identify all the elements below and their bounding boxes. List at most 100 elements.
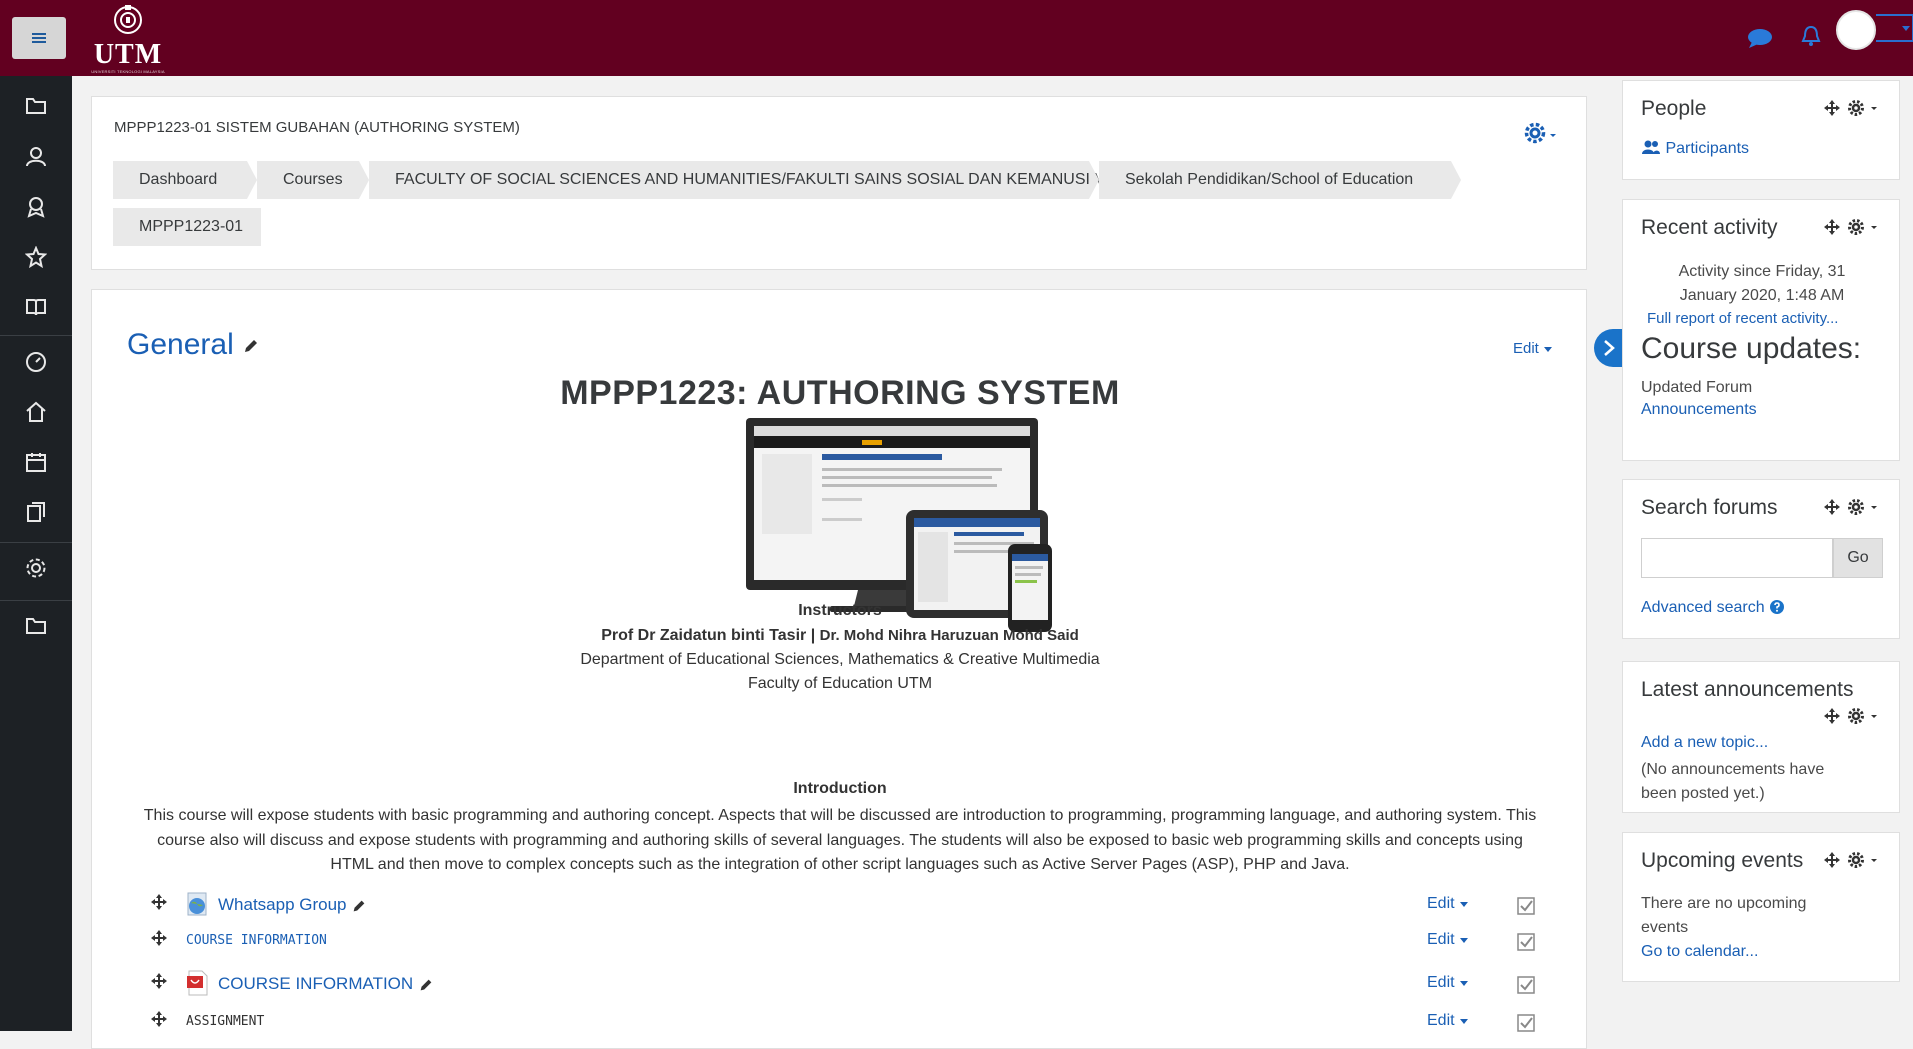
menu-toggle-button[interactable] xyxy=(12,17,66,59)
add-topic-link[interactable]: Add a new topic... xyxy=(1641,734,1768,752)
forum-search-input[interactable] xyxy=(1641,538,1833,578)
move-icon[interactable] xyxy=(150,929,168,947)
faculty-text: Faculty of Education UTM xyxy=(747,675,933,692)
home-icon xyxy=(26,401,46,422)
section-general: General Edit MPPP1223: AUTHORING SYSTEM xyxy=(91,289,1587,1049)
drawer-item-grades[interactable] xyxy=(0,287,72,327)
move-icon[interactable] xyxy=(150,1010,168,1028)
breadcrumb-item[interactable]: FACULTY OF SOCIAL SCIENCES AND HUMANITIE… xyxy=(369,161,1123,199)
drawer-item-site-admin[interactable] xyxy=(0,548,72,588)
instructor-line: Prof Dr Zaidatun binti Tasir | Dr. Mohd … xyxy=(92,627,1586,645)
drawer-item-calendar[interactable] xyxy=(0,442,72,482)
logo-text: UTM xyxy=(93,39,163,70)
drawer-item-competencies[interactable] xyxy=(0,237,72,277)
department-text: Department of Educational Sciences, Math… xyxy=(580,651,1100,668)
participants-icon xyxy=(1642,140,1660,154)
section-title[interactable]: General xyxy=(127,328,260,362)
block-controls[interactable] xyxy=(1823,218,1889,236)
block-controls[interactable] xyxy=(1823,707,1889,725)
course-settings-menu[interactable] xyxy=(1524,121,1558,150)
block-drawer-toggle[interactable] xyxy=(1594,329,1624,367)
activity-edit-menu[interactable]: Edit xyxy=(1427,1012,1469,1030)
user-avatar[interactable] xyxy=(1836,10,1876,50)
messages-icon[interactable] xyxy=(1746,27,1774,49)
activity-link[interactable]: COURSE INFORMATION xyxy=(218,974,434,994)
full-report-link[interactable]: Full report of recent activity... xyxy=(1647,310,1838,327)
drawer-item-course[interactable] xyxy=(0,86,72,126)
block-controls[interactable] xyxy=(1823,99,1889,117)
announcements-link[interactable]: Announcements xyxy=(1641,401,1757,419)
drawer-item-my-courses[interactable] xyxy=(0,606,72,646)
label-text: ASSIGNMENT xyxy=(186,1014,265,1029)
block-title: Recent activity xyxy=(1641,216,1778,239)
block-upcoming-events: Upcoming events There are no upcoming ev… xyxy=(1622,832,1900,982)
no-events-text: There are no upcoming events xyxy=(1641,892,1806,940)
folder-icon xyxy=(26,98,46,114)
gear-icon xyxy=(1524,122,1556,144)
drawer-item-private-files[interactable] xyxy=(0,492,72,532)
activity-link[interactable]: Whatsapp Group xyxy=(218,895,367,915)
files-icon xyxy=(27,502,45,522)
completion-checkbox[interactable] xyxy=(1517,976,1535,994)
breadcrumb-separator xyxy=(359,161,369,199)
calendar-link[interactable]: Go to calendar... xyxy=(1641,943,1758,961)
course-heading: MPPP1223: AUTHORING SYSTEM xyxy=(560,374,1120,412)
activity-item: ASSIGNMENT Edit xyxy=(92,1008,1586,1038)
pencil-icon[interactable] xyxy=(351,898,367,914)
menu-icon xyxy=(32,37,46,39)
book-icon xyxy=(26,299,46,316)
breadcrumb-item[interactable]: Dashboard xyxy=(113,161,247,199)
go-button[interactable]: Go xyxy=(1833,538,1883,578)
breadcrumb-separator xyxy=(1451,161,1461,199)
pencil-icon[interactable] xyxy=(242,337,260,355)
move-icon[interactable] xyxy=(150,972,168,990)
pdf-icon xyxy=(187,970,208,996)
completion-checkbox[interactable] xyxy=(1517,933,1535,951)
block-controls[interactable] xyxy=(1823,851,1889,869)
section-edit-menu[interactable]: Edit xyxy=(1513,340,1553,357)
page-title: MPPP1223-01 SISTEM GUBAHAN (AUTHORING SY… xyxy=(114,119,520,136)
chevron-down-icon xyxy=(1460,902,1469,907)
activity-edit-menu[interactable]: Edit xyxy=(1427,974,1469,992)
activity-edit-menu[interactable]: Edit xyxy=(1427,895,1469,913)
chevron-down-icon xyxy=(1460,938,1469,943)
logo-subtext: UNIVERSITI TEKNOLOGI MALAYSIA xyxy=(91,69,165,74)
completion-checkbox[interactable] xyxy=(1517,1014,1535,1032)
activity-item: COURSE INFORMATION Edit xyxy=(92,927,1586,957)
move-icon[interactable] xyxy=(150,893,168,911)
user-menu-toggle[interactable] xyxy=(1876,14,1913,42)
no-announcements-text: (No announcements have been posted yet.) xyxy=(1641,758,1824,806)
drawer-item-dashboard[interactable] xyxy=(0,342,72,382)
activity-since-line: January 2020, 1:48 AM xyxy=(1679,287,1845,304)
activity-edit-menu[interactable]: Edit xyxy=(1427,931,1469,949)
block-search-forums: Search forums Go Advanced search xyxy=(1622,479,1900,639)
notifications-icon[interactable] xyxy=(1801,24,1821,48)
completion-checkbox[interactable] xyxy=(1517,897,1535,915)
utm-logo[interactable]: UTM UNIVERSITI TEKNOLOGI MALAYSIA xyxy=(88,2,168,74)
pencil-icon[interactable] xyxy=(418,977,434,993)
drawer-item-badges[interactable] xyxy=(0,187,72,227)
label-text: COURSE INFORMATION xyxy=(186,933,327,948)
breadcrumb-item[interactable]: Courses xyxy=(257,161,359,199)
advanced-search-link[interactable]: Advanced search xyxy=(1641,599,1785,617)
star-icon xyxy=(25,246,47,268)
breadcrumb-separator xyxy=(247,161,257,199)
utm-seal-icon xyxy=(114,5,142,34)
activity-item: Whatsapp Group Edit xyxy=(92,891,1586,921)
drawer-item-participants[interactable] xyxy=(0,137,72,177)
drawer-item-home[interactable] xyxy=(0,392,72,432)
introduction-label: Introduction xyxy=(793,780,887,797)
chevron-down-icon xyxy=(1460,981,1469,986)
block-title: Latest announcements xyxy=(1641,678,1854,701)
activity-since: Activity since Friday, 31 January 2020, … xyxy=(1623,260,1901,308)
participants-link[interactable]: Participants xyxy=(1641,139,1749,158)
instructor-separator: | xyxy=(810,627,816,644)
instructors-label: Instructors xyxy=(798,602,882,619)
course-updates-heading: Course updates: xyxy=(1641,332,1862,365)
help-icon[interactable] xyxy=(1769,599,1785,615)
breadcrumb-item[interactable]: MPPP1223-01 xyxy=(113,208,261,246)
block-controls[interactable] xyxy=(1823,498,1889,516)
chevron-down-icon xyxy=(1544,347,1553,352)
breadcrumb-item[interactable]: Sekolah Pendidikan/School of Education xyxy=(1099,161,1451,199)
no-announcements-line: been posted yet.) xyxy=(1641,785,1765,802)
